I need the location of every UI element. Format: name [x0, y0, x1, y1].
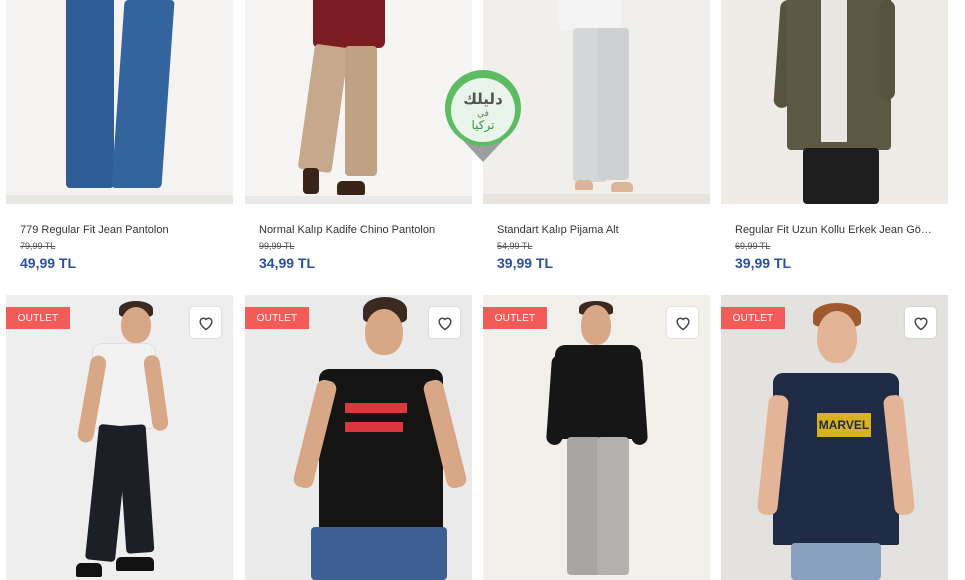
- old-price: 54,99 TL: [497, 241, 533, 251]
- favorite-button[interactable]: [190, 307, 221, 338]
- outlet-badge: OUTLET: [6, 307, 70, 329]
- outlet-badge: OUTLET: [245, 307, 309, 329]
- price: 39,99 TL: [497, 255, 554, 271]
- heart-icon: [198, 317, 213, 330]
- price: 39,99 TL: [735, 255, 792, 271]
- old-price: 99,99 TL: [259, 241, 295, 251]
- watermark-logo: دليلك في تركيا: [441, 66, 525, 166]
- old-price: 79,99 TL: [20, 241, 56, 251]
- product-image[interactable]: [245, 0, 472, 204]
- heart-icon: [913, 317, 928, 330]
- favorite-button[interactable]: [905, 307, 936, 338]
- outlet-badge: OUTLET: [721, 307, 785, 329]
- heart-icon: [437, 317, 452, 330]
- product-image[interactable]: [721, 0, 948, 204]
- price: 49,99 TL: [20, 255, 77, 271]
- price: 34,99 TL: [259, 255, 316, 271]
- svg-text:دليلك: دليلك: [463, 90, 503, 108]
- product-name[interactable]: Standart Kalıp Pijama Alt: [497, 222, 702, 238]
- product-name[interactable]: 779 Regular Fit Jean Pantolon: [20, 222, 225, 238]
- svg-text:تركيا: تركيا: [472, 118, 495, 133]
- product-name[interactable]: Regular Fit Uzun Kollu Erkek Jean Gömlek: [735, 222, 940, 238]
- old-price: 69,99 TL: [735, 241, 771, 251]
- heart-icon: [675, 317, 690, 330]
- favorite-button[interactable]: [667, 307, 698, 338]
- product-name[interactable]: Normal Kalıp Kadife Chino Pantolon: [259, 222, 464, 238]
- favorite-button[interactable]: [429, 307, 460, 338]
- outlet-badge: OUTLET: [483, 307, 547, 329]
- marvel-print: MARVEL: [817, 413, 871, 437]
- product-image[interactable]: [6, 0, 233, 204]
